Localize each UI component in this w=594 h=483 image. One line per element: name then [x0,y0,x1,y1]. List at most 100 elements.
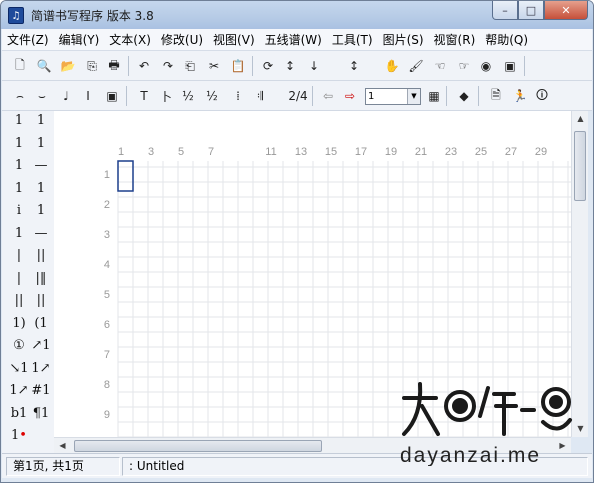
palette-symbol[interactable]: || [8,291,30,311]
palette-symbol[interactable]: ↗1 [30,336,52,356]
staff-number-combo[interactable]: 1 ▼ [365,88,421,105]
sort-az-icon[interactable]: ↕ [344,56,364,76]
menu-staff[interactable]: 五线谱(W) [265,31,322,48]
barline-icon[interactable]: ⁞ [228,86,248,106]
frame-icon[interactable]: ▣ [102,86,122,106]
palette-symbol[interactable]: 1• [8,426,30,446]
app-logo-icon[interactable]: ♫ [8,7,24,24]
bar-number-icon[interactable]: 卜 [156,86,176,106]
target-icon[interactable]: ◉ [476,56,496,76]
open-icon[interactable]: 🔍 [34,56,54,76]
undo-icon[interactable]: ↶ [134,56,154,76]
hand-icon[interactable]: ✋ [382,56,402,76]
sort-down-icon[interactable]: ↓ [304,56,324,76]
palette-symbol[interactable]: ① [8,336,30,356]
chevron-down-icon[interactable]: ▼ [407,89,420,104]
palette-symbol[interactable]: 1 [8,224,30,244]
print-icon[interactable]: 🖶 [104,56,124,76]
tie-icon[interactable]: ⌢ [10,86,30,106]
menu-help[interactable]: 帮助(Q) [485,31,528,48]
toolbar-separator [126,86,127,106]
cut-icon[interactable]: ✂ [204,56,224,76]
palette-symbol[interactable]: (1 [30,314,52,334]
palette-symbol[interactable]: 1 [30,201,52,221]
horizontal-scrollbar[interactable]: ◀ ▶ [54,437,571,453]
back-arrow-icon[interactable]: ⇦ [318,86,338,106]
palette-symbol[interactable]: 1↗ [8,381,30,401]
eraser-icon[interactable]: ◆ [454,86,474,106]
palette-symbol[interactable]: | [8,269,30,289]
palette-symbol[interactable]: |‖ [30,269,52,289]
point-left-icon[interactable]: ☜ [430,56,450,76]
scroll-down-icon[interactable]: ▼ [572,421,589,437]
column-number: 21 [415,146,427,158]
column-number: 19 [385,146,397,158]
minimize-button[interactable]: – [492,1,518,20]
palette-symbol[interactable]: 1) [8,314,30,334]
palette-symbol[interactable]: — [30,156,52,176]
run-icon[interactable]: 🏃 [510,86,530,106]
toolbar-separator [312,86,313,106]
toolbar-separator [446,86,447,106]
palette-symbol[interactable]: 1 [8,134,30,154]
palette-symbol[interactable]: 1 [30,134,52,154]
menu-view[interactable]: 视图(V) [213,31,255,48]
menu-bar: 文件(Z) 编辑(Y) 文本(X) 修改(U) 视图(V) 五线谱(W) 工具(… [2,29,592,51]
menu-modify[interactable]: 修改(U) [161,31,203,48]
palette-symbol[interactable]: ↘1 [8,359,30,379]
chord-icon[interactable]: ½ [178,86,198,106]
brush-icon[interactable]: 🖌 [406,56,426,76]
insert-icon[interactable]: ⎗ [180,56,200,76]
copy-icon[interactable]: ⎘ [82,56,102,76]
scroll-right-icon[interactable]: ▶ [554,438,571,454]
menu-window[interactable]: 视窗(R) [434,31,476,48]
redo-icon[interactable]: ↷ [158,56,178,76]
palette-symbol[interactable]: #1 [30,381,52,401]
text-t-icon[interactable]: T [134,86,154,106]
palette-symbol[interactable]: 1 [30,179,52,199]
menu-file[interactable]: 文件(Z) [7,31,49,48]
page-icon[interactable]: 🗎 [486,86,506,106]
palette-symbol[interactable]: ¶1 [30,404,52,424]
palette-symbol[interactable]: i [8,201,30,221]
maximize-button[interactable]: □ [518,1,544,20]
forward-arrow-icon[interactable]: ⇨ [340,86,360,106]
vertical-scrollbar[interactable]: ▲ ▼ [571,111,588,437]
scroll-up-icon[interactable]: ▲ [572,111,589,127]
info-icon[interactable]: 🛈 [532,86,552,106]
point-right-icon[interactable]: ☞ [454,56,474,76]
note-icon[interactable]: ♩ [56,86,76,106]
palette-symbol[interactable]: 1 [30,111,52,131]
paste-icon[interactable]: 📋 [228,56,248,76]
menu-picture[interactable]: 图片(S) [383,31,424,48]
menu-text[interactable]: 文本(X) [109,31,151,48]
refresh-icon[interactable]: ⟳ [258,56,278,76]
column-number: 17 [355,146,367,158]
palette-symbol[interactable]: || [30,291,52,311]
palette-symbol[interactable]: 1 [8,156,30,176]
horizontal-scroll-thumb[interactable] [74,440,322,452]
color-icon[interactable]: ▦ [424,86,444,106]
time-signature-icon[interactable]: 2/4 [288,86,308,106]
snapshot-icon[interactable]: ▣ [500,56,520,76]
palette-symbol[interactable]: || [30,246,52,266]
palette-symbol[interactable]: 1↗ [30,359,52,379]
text-cursor-icon[interactable]: I [78,86,98,106]
slur-icon[interactable]: ⌣ [32,86,52,106]
repeat-icon[interactable]: 𝄇 [250,86,270,106]
close-button[interactable]: ✕ [544,1,588,20]
palette-symbol[interactable]: 1 [8,179,30,199]
vertical-scroll-thumb[interactable] [574,131,586,201]
palette-symbol[interactable]: b1 [8,404,30,424]
palette-symbol[interactable]: | [8,246,30,266]
scroll-left-icon[interactable]: ◀ [54,438,71,454]
sort-up-icon[interactable]: ↕ [280,56,300,76]
chord2-icon[interactable]: ½ [202,86,222,106]
new-doc-icon[interactable]: 🗋 [10,56,30,76]
palette-symbol[interactable]: 1 [8,111,30,131]
menu-tools[interactable]: 工具(T) [332,31,373,48]
menu-edit[interactable]: 编辑(Y) [59,31,100,48]
palette-symbol[interactable]: — [30,224,52,244]
folder-icon[interactable]: 📂 [58,56,78,76]
score-canvas[interactable]: 1 3 5 7 11 13 15 17 19 21 23 25 27 29 1 2 3 4 5 6 7 8 9 [54,111,571,437]
